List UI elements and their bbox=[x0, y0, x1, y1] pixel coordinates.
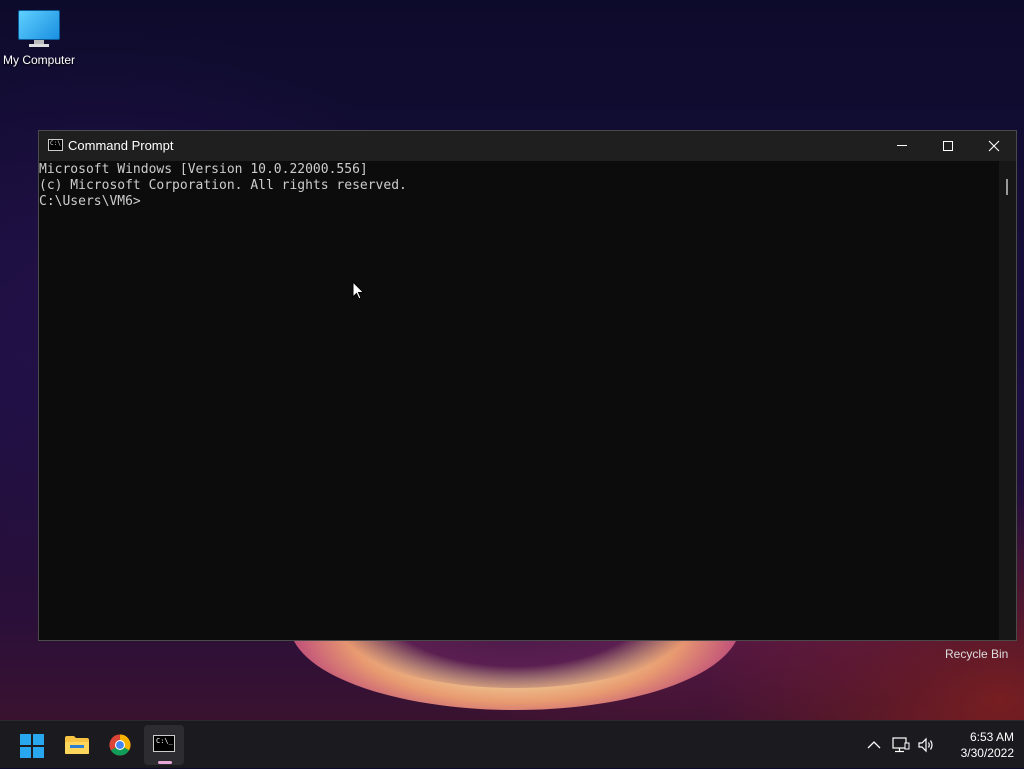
taskbar: C:\_ 6:53 AM 3/30/2022 bbox=[0, 720, 1024, 768]
volume-button[interactable] bbox=[916, 721, 938, 769]
desktop-icon-label: My Computer bbox=[2, 53, 76, 67]
terminal-icon: C:\_ bbox=[153, 735, 175, 752]
minimize-icon bbox=[897, 145, 907, 146]
mouse-cursor-icon bbox=[352, 281, 365, 300]
close-icon bbox=[988, 140, 1000, 152]
file-explorer-button[interactable] bbox=[56, 725, 96, 765]
scrollbar-thumb[interactable] bbox=[1006, 179, 1008, 195]
console-prompt[interactable]: C:\Users\VM6> bbox=[39, 194, 999, 210]
network-icon bbox=[892, 737, 910, 753]
windows-logo-icon bbox=[20, 734, 44, 758]
vertical-scrollbar[interactable] bbox=[999, 161, 1016, 640]
start-button[interactable] bbox=[12, 725, 52, 765]
chrome-icon bbox=[109, 734, 131, 756]
command-prompt-window[interactable]: C:\ Command Prompt Microsoft Windows [Ve… bbox=[38, 130, 1017, 641]
console-line: Microsoft Windows [Version 10.0.22000.55… bbox=[39, 162, 368, 177]
command-prompt-icon: C:\ bbox=[48, 139, 63, 151]
command-prompt-taskbar-button[interactable]: C:\_ bbox=[144, 725, 184, 765]
speaker-icon bbox=[918, 737, 933, 753]
folder-icon bbox=[65, 736, 89, 754]
window-title: Command Prompt bbox=[68, 138, 174, 153]
close-button[interactable] bbox=[971, 131, 1017, 161]
minimize-button[interactable] bbox=[879, 131, 925, 161]
show-hidden-icons-button[interactable] bbox=[864, 721, 884, 769]
clock-date: 3/30/2022 bbox=[960, 746, 1014, 760]
maximize-button[interactable] bbox=[925, 131, 971, 161]
maximize-icon bbox=[943, 141, 953, 151]
title-bar[interactable]: C:\ Command Prompt bbox=[39, 131, 1016, 161]
system-clock[interactable]: 6:53 AM 3/30/2022 bbox=[944, 729, 1014, 761]
desktop-icon-my-computer[interactable]: My Computer bbox=[0, 10, 78, 67]
clock-time: 6:53 AM bbox=[969, 730, 1014, 744]
monitor-icon bbox=[18, 10, 60, 47]
desktop-icon-recycle-bin[interactable]: Recycle Bin bbox=[945, 647, 1008, 661]
network-button[interactable] bbox=[890, 721, 912, 769]
active-indicator bbox=[158, 761, 172, 764]
chevron-up-icon bbox=[867, 741, 881, 749]
console-line: (c) Microsoft Corporation. All rights re… bbox=[39, 178, 407, 193]
chrome-button[interactable] bbox=[100, 725, 140, 765]
console-output[interactable]: Microsoft Windows [Version 10.0.22000.55… bbox=[39, 161, 999, 641]
